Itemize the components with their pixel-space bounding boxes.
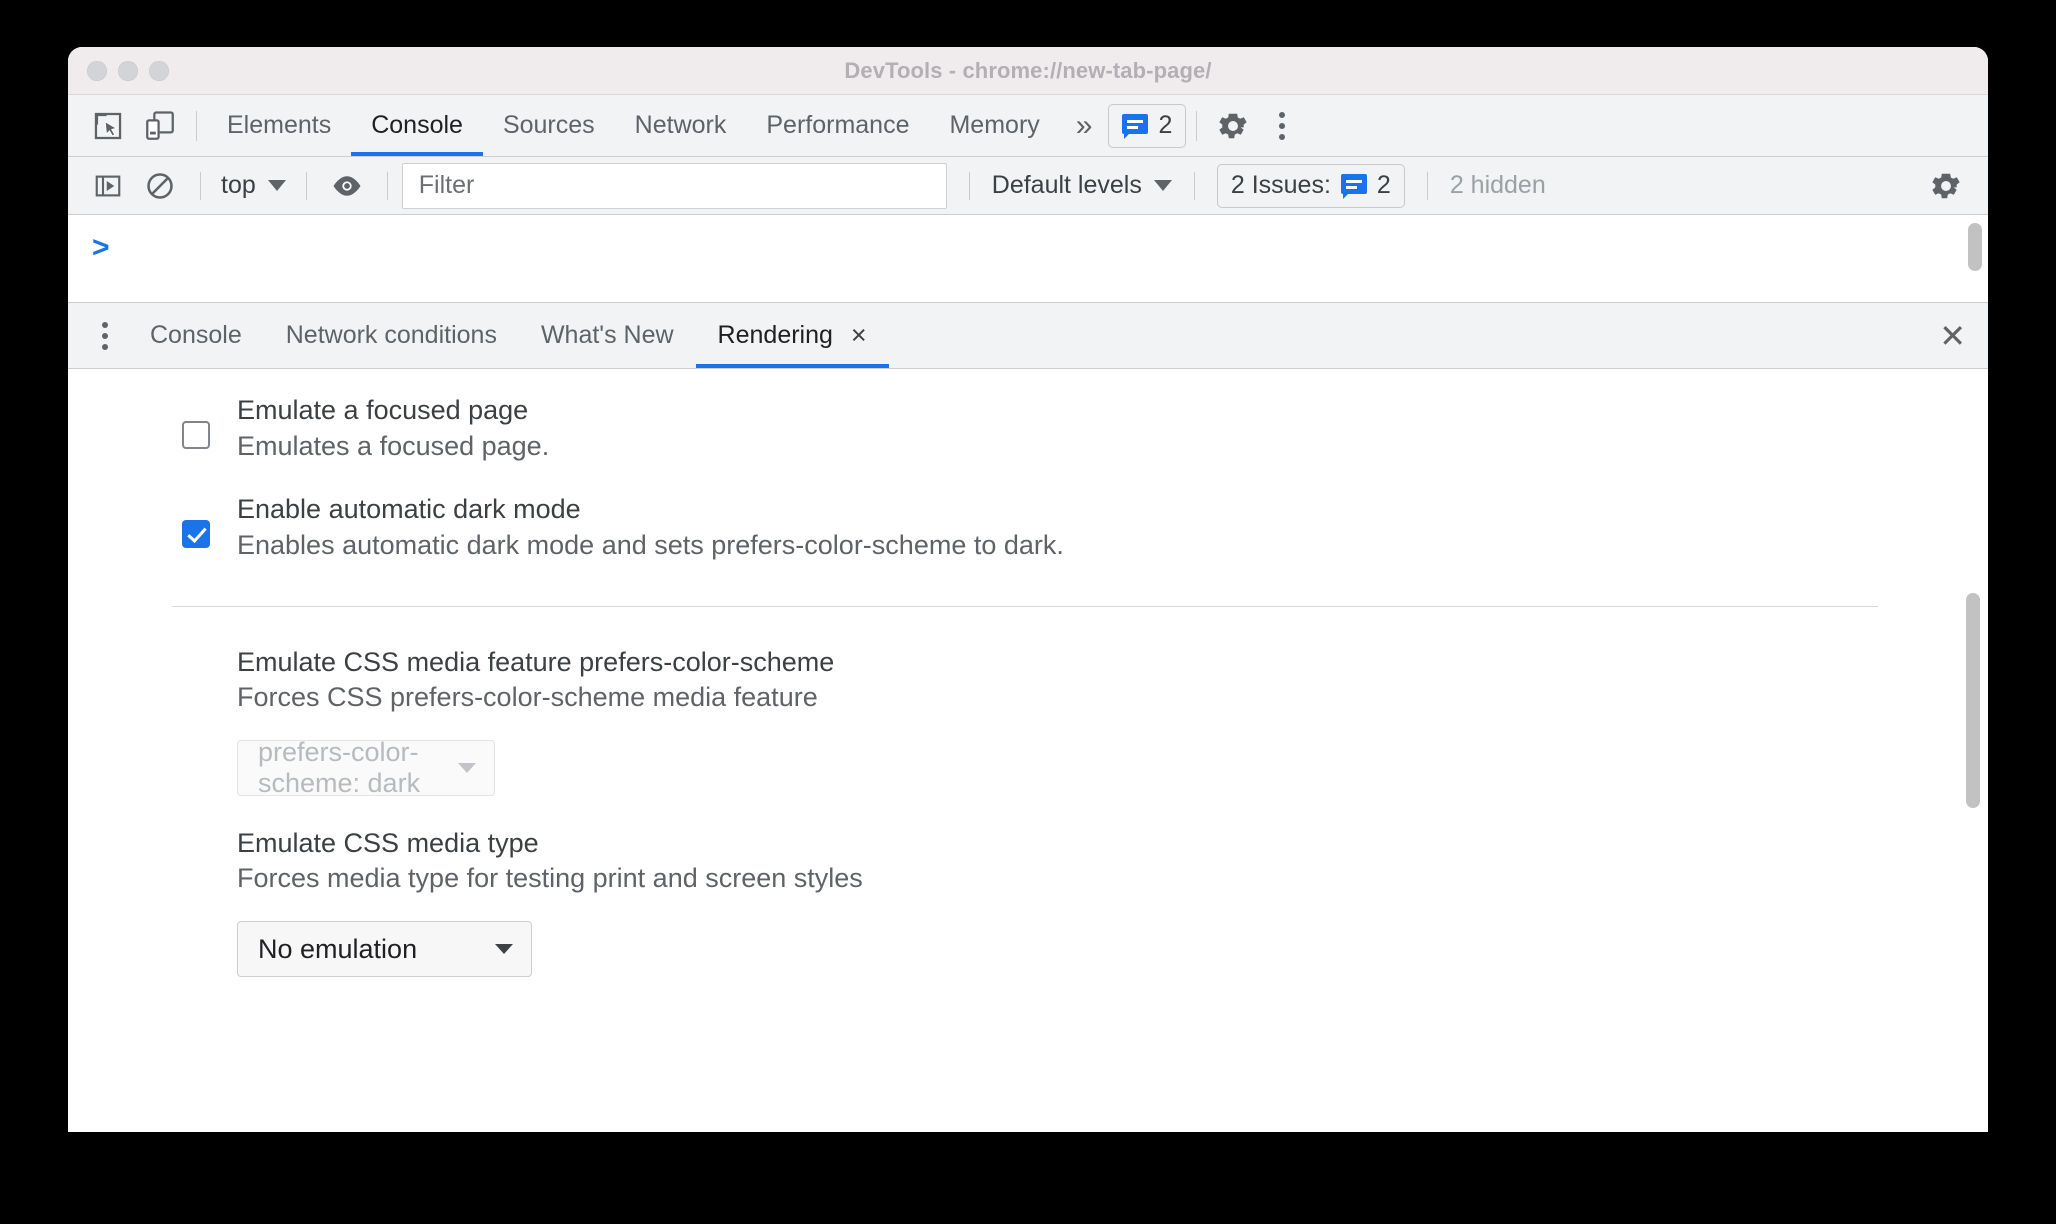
issue-bubble-icon — [1122, 113, 1149, 139]
drawer-tab-console[interactable]: Console — [128, 303, 264, 368]
log-levels-label: Default levels — [991, 171, 1142, 199]
tab-sources[interactable]: Sources — [483, 95, 615, 156]
execution-context-label: top — [221, 171, 256, 199]
drawer-tab-rendering[interactable]: Rendering × — [696, 303, 889, 368]
select-media-type-value: No emulation — [258, 933, 418, 964]
chevron-down-icon-levels — [1153, 180, 1172, 191]
zoom-window-button[interactable] — [149, 60, 169, 81]
close-icon[interactable]: × — [851, 322, 867, 349]
close-window-button[interactable] — [87, 60, 107, 81]
section-title-prefers-color-scheme: Emulate CSS media feature prefers-color-… — [237, 646, 835, 677]
select-media-type[interactable]: No emulation — [237, 921, 532, 977]
toolbar-divider — [196, 110, 197, 141]
drawer-tab-rendering-label: Rendering — [717, 321, 833, 349]
setting-title-automatic-dark-mode: Enable automatic dark mode — [237, 494, 581, 525]
traffic-lights — [87, 60, 169, 81]
section-prefers-color-scheme: Emulate CSS media feature prefers-color-… — [68, 645, 1988, 798]
checkbox-emulate-focused-page[interactable] — [182, 421, 210, 449]
select-prefers-color-scheme[interactable]: prefers-color-scheme: dark — [237, 736, 495, 798]
log-levels-selector[interactable]: Default levels — [992, 171, 1172, 200]
live-expression-eye-icon[interactable] — [321, 163, 373, 209]
chevron-down-icon-prefers-color-scheme — [458, 762, 476, 773]
section-desc-prefers-color-scheme: Forces CSS prefers-color-scheme media fe… — [237, 682, 818, 713]
tab-performance[interactable]: Performance — [746, 95, 929, 156]
main-toolbar: Elements Console Sources Network Perform… — [68, 95, 1988, 157]
more-tabs-icon[interactable]: » — [1060, 110, 1109, 141]
console-filter-input[interactable]: Filter — [401, 162, 947, 209]
section-desc-media-type: Forces media type for testing print and … — [237, 863, 863, 894]
console-scrollbar[interactable] — [1968, 223, 1982, 271]
issues-badge-count: 2 — [1158, 111, 1173, 139]
console-prompt-chevron-icon: > — [92, 231, 110, 264]
section-divider — [172, 605, 1878, 607]
drawer-tabbar: Console Network conditions What's New Re… — [68, 303, 1988, 369]
tab-console[interactable]: Console — [351, 95, 483, 156]
tab-memory[interactable]: Memory — [929, 95, 1059, 156]
tab-elements[interactable]: Elements — [207, 95, 351, 156]
main-more-options-icon[interactable] — [1259, 103, 1305, 149]
filter-divider-5 — [1193, 171, 1195, 200]
console-issues-button[interactable]: 2 Issues: 2 — [1216, 163, 1405, 208]
filter-divider-4 — [968, 171, 970, 200]
console-sidebar-icon[interactable] — [82, 163, 134, 209]
issue-bubble-icon-console — [1340, 173, 1367, 199]
section-media-type: Emulate CSS media type Forces media type… — [68, 826, 1988, 977]
filter-divider-3 — [386, 171, 388, 200]
hidden-messages-label: 2 hidden — [1449, 171, 1546, 199]
toolbar-divider-2 — [1196, 110, 1198, 141]
clear-console-icon[interactable] — [134, 163, 186, 209]
filter-divider-1 — [200, 171, 201, 200]
device-toolbar-icon[interactable] — [134, 103, 186, 149]
setting-desc-automatic-dark-mode: Enables automatic dark mode and sets pre… — [237, 529, 1064, 560]
section-title-media-type: Emulate CSS media type — [237, 827, 539, 858]
rendering-panel-scrollbar[interactable] — [1966, 593, 1980, 808]
console-filter-placeholder: Filter — [418, 171, 475, 199]
setting-desc-emulate-focused-page: Emulates a focused page. — [237, 430, 550, 461]
filter-divider-6 — [1426, 171, 1428, 200]
filter-divider-2 — [305, 171, 307, 200]
console-settings-gear-icon[interactable] — [1920, 163, 1972, 209]
window-titlebar: DevTools - chrome://new-tab-page/ — [68, 47, 1988, 95]
setting-emulate-focused-page[interactable]: Emulate a focused page Emulates a focuse… — [68, 393, 1988, 464]
drawer-close-icon[interactable]: ✕ — [1917, 320, 1988, 352]
setting-title-emulate-focused-page: Emulate a focused page — [237, 395, 529, 425]
devtools-window: DevTools - chrome://new-tab-page/ Elemen… — [68, 47, 1988, 1132]
drawer-menu-icon[interactable] — [82, 313, 128, 359]
console-issues-count: 2 — [1376, 171, 1391, 199]
select-prefers-color-scheme-value: prefers-color-scheme: dark — [258, 736, 421, 798]
rendering-panel: Emulate a focused page Emulates a focuse… — [68, 369, 1988, 1074]
execution-context-selector[interactable]: top — [215, 171, 292, 200]
window-title: DevTools - chrome://new-tab-page/ — [844, 57, 1212, 83]
gear-icon[interactable] — [1207, 103, 1259, 149]
inspect-cursor-icon[interactable] — [82, 103, 134, 149]
drawer-tab-whats-new[interactable]: What's New — [519, 303, 696, 368]
console-output-area[interactable]: > — [68, 215, 1988, 303]
console-filter-toolbar: top Filter Default levels 2 Issues: 2 2 … — [68, 157, 1988, 215]
setting-enable-automatic-dark-mode[interactable]: Enable automatic dark mode Enables autom… — [68, 492, 1988, 563]
minimize-window-button[interactable] — [118, 60, 138, 81]
chevron-down-icon — [267, 180, 286, 191]
console-issues-label: 2 Issues: — [1230, 171, 1331, 199]
chevron-down-icon-media-type — [495, 944, 513, 954]
tab-network[interactable]: Network — [615, 95, 747, 156]
drawer-tab-network-conditions[interactable]: Network conditions — [264, 303, 519, 368]
checkbox-enable-automatic-dark-mode[interactable] — [182, 520, 210, 549]
issues-badge-button[interactable]: 2 — [1108, 103, 1187, 148]
